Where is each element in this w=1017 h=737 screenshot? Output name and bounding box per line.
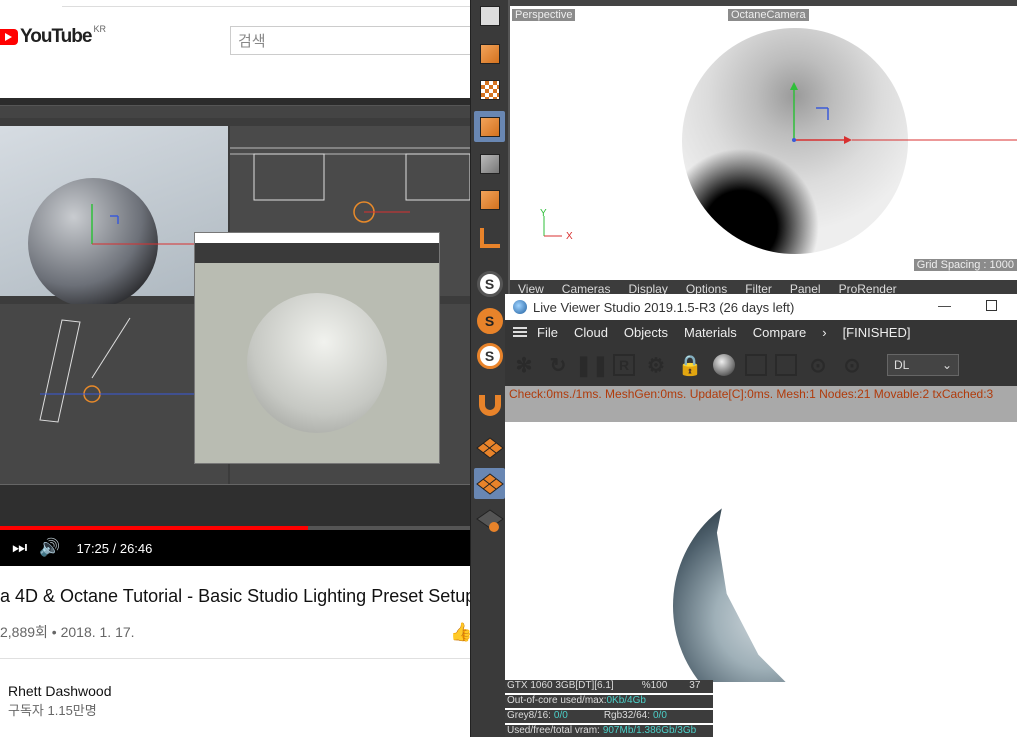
video-frame <box>0 98 470 530</box>
live-viewer-title: Live Viewer Studio 2019.1.5-R3 (26 days … <box>533 299 795 315</box>
axis-icon[interactable] <box>474 222 505 253</box>
ooc-value: 0Kb/4Gb <box>606 695 646 706</box>
axis-y-label: Y <box>540 208 547 219</box>
live-viewer-menubar: File Cloud Objects Materials Compare › [… <box>505 320 1017 344</box>
live-viewer-titlebar[interactable]: Live Viewer Studio 2019.1.5-R3 (26 days … <box>505 294 1017 320</box>
settings-gear-icon[interactable]: ⚙ <box>643 352 669 378</box>
channel-name[interactable]: Rhett Dashwood <box>8 683 112 699</box>
next-icon[interactable]: ⏭ <box>12 538 27 558</box>
octane-s-icon[interactable]: S <box>474 268 505 299</box>
video-timeline <box>0 484 470 530</box>
progress-bar-fill <box>0 526 309 530</box>
live-viewer-toolbar: ✻ ↻ ❚❚ R ⚙ 🔒 ⊙ ⊙ DL ⌄ <box>505 344 1017 386</box>
plane-icon[interactable] <box>474 432 505 463</box>
restart-icon[interactable]: ↻ <box>545 352 571 378</box>
menu-compare[interactable]: Compare <box>753 325 806 340</box>
render-status: [FINISHED] <box>842 324 911 340</box>
youtube-logo[interactable]: YouTube KR <box>0 24 106 48</box>
hamburger-icon[interactable] <box>513 325 527 339</box>
vram-label: Used/free/total vram: <box>507 725 600 736</box>
aperture-icon[interactable]: ✻ <box>511 352 537 378</box>
menu-cloud[interactable]: Cloud <box>574 325 608 340</box>
magnet-icon[interactable] <box>474 388 505 419</box>
gpu-percent: %100 <box>641 680 668 691</box>
grid-icon[interactable] <box>474 468 505 499</box>
video-player[interactable]: ⏭ 🔊 17:25 / 26:46 <box>0 98 470 566</box>
octane-logo-icon <box>513 300 527 314</box>
frame-alt-icon[interactable] <box>775 354 797 376</box>
chevron-right-icon[interactable]: › <box>822 325 826 340</box>
live-viewer-window: Live Viewer Studio 2019.1.5-R3 (26 days … <box>505 294 1017 737</box>
orange-cube-icon[interactable] <box>474 184 505 215</box>
lock-icon[interactable]: 🔒 <box>677 352 703 378</box>
time-display: 17:25 / 26:46 <box>76 540 153 556</box>
axis-x-label: X <box>566 231 573 242</box>
youtube-page: YouTube KR 검색 ⏭ 🔊 17:25 / 26:46 a 4D & O… <box>0 0 470 737</box>
render-view[interactable] <box>505 422 1017 682</box>
video-title: a 4D & Octane Tutorial - Basic Studio Li… <box>0 586 470 606</box>
c4d-viewport[interactable]: Perspective OctaneCamera Y X Grid Spacin… <box>508 0 1017 296</box>
octane-s-white-icon[interactable]: S <box>474 340 505 371</box>
gpu-name: GTX 1060 3GB[DT][6.1] <box>507 680 614 691</box>
video-render-sphere <box>247 293 387 433</box>
pin-m-icon[interactable]: ⊙ <box>839 352 865 378</box>
menu-file[interactable]: File <box>537 325 558 340</box>
material-ball-icon[interactable] <box>711 352 737 378</box>
browser-tab-strip <box>62 0 470 7</box>
menu-objects[interactable]: Objects <box>624 325 668 340</box>
chevron-down-icon: ⌄ <box>941 358 952 372</box>
rendered-sphere <box>673 484 844 682</box>
subscriber-count: 구독자 1.15만명 <box>8 703 97 718</box>
volume-icon[interactable]: 🔊 <box>39 538 60 558</box>
vram-value: 907Mb/1.386Gb/3Gb <box>602 725 697 736</box>
video-meta: 2,889회 • 2018. 1. 17. <box>0 624 135 640</box>
search-input[interactable]: 검색 <box>230 26 470 55</box>
maximize-button[interactable] <box>986 300 997 311</box>
menu-materials[interactable]: Materials <box>684 325 737 340</box>
kernel-select-value: DL <box>894 358 910 372</box>
c4d-icon-palette: S S S <box>470 0 508 737</box>
render-statistics: Check:0ms./1ms. MeshGen:0ms. Update[C]:0… <box>505 386 1017 422</box>
youtube-logo-text: YouTube <box>20 26 92 47</box>
progress-bar[interactable] <box>0 526 470 530</box>
pin-f-icon[interactable]: ⊙ <box>805 352 831 378</box>
region-render-icon[interactable]: R <box>613 354 635 376</box>
gpu-temperature: 37 <box>689 680 701 691</box>
frame-icon[interactable] <box>745 354 767 376</box>
checker-cube-icon[interactable] <box>474 74 505 105</box>
axis-gizmo[interactable] <box>510 0 1017 296</box>
pause-icon[interactable]: ❚❚ <box>575 352 609 378</box>
divider <box>0 658 470 659</box>
lock-grid-icon[interactable] <box>474 505 505 536</box>
cube-icon[interactable] <box>474 38 505 69</box>
like-icon[interactable]: 👍 <box>450 622 470 643</box>
youtube-play-icon <box>0 29 18 45</box>
cube-axis-icon[interactable] <box>474 111 505 142</box>
ooc-label: Out-of-core used/max: <box>507 695 607 706</box>
gray-cube-icon[interactable] <box>474 148 505 179</box>
rgb-value: 0/0 <box>652 710 667 721</box>
video-live-viewer <box>194 232 440 464</box>
octane-s-orange-icon[interactable]: S <box>474 305 505 336</box>
gpu-info-panel: GTX 1060 3GB[DT][6.1] %100 37 Out-of-cor… <box>505 680 713 737</box>
region-label: KR <box>93 24 106 34</box>
cube-object-icon[interactable] <box>474 0 505 31</box>
kernel-select[interactable]: DL ⌄ <box>887 354 959 376</box>
grey-label: Grey8/16: <box>507 710 551 721</box>
player-controls: ⏭ 🔊 17:25 / 26:46 <box>0 534 470 562</box>
minimize-button[interactable]: — <box>938 298 951 313</box>
grey-value: 0/0 <box>553 710 568 721</box>
grid-spacing-label: Grid Spacing : 1000 <box>913 259 1017 271</box>
rgb-label: Rgb32/64: <box>603 710 650 721</box>
